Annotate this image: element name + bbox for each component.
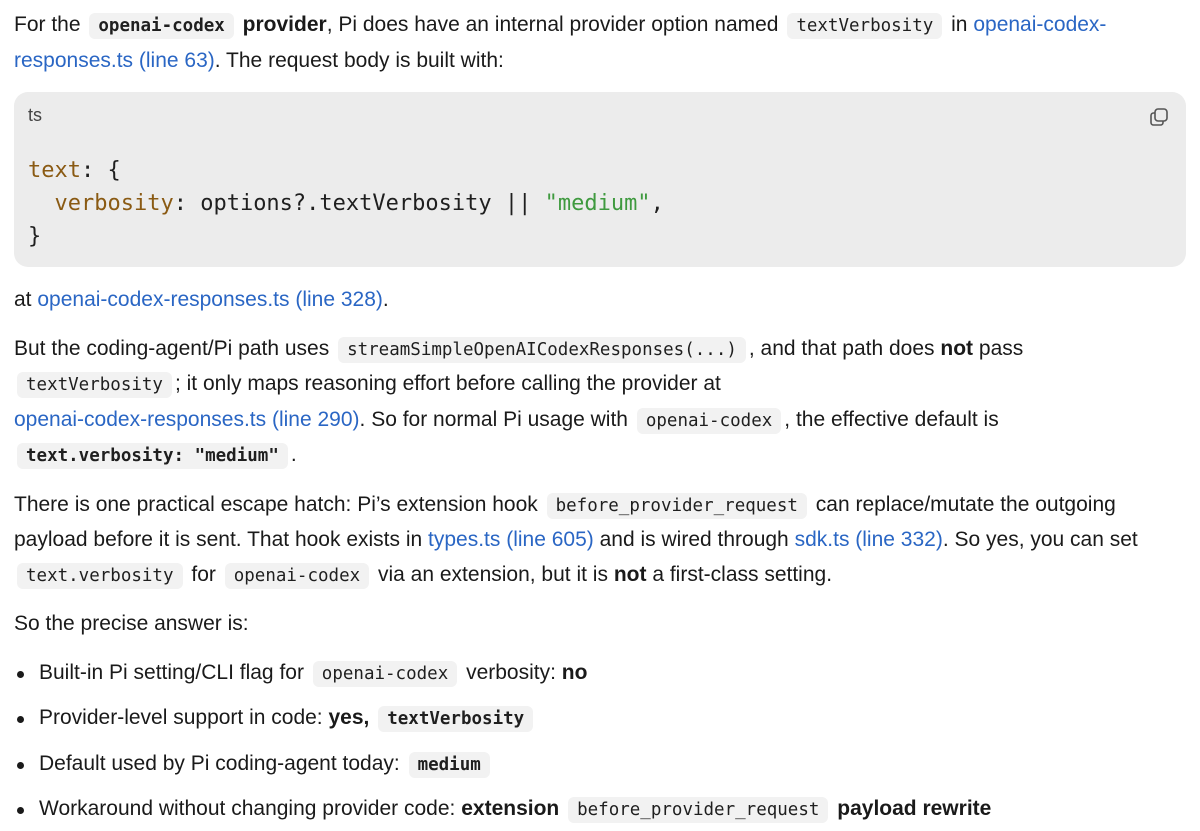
file-link[interactable]: sdk.ts (line 332) (795, 528, 943, 551)
code-token: "medium" (544, 191, 651, 216)
inline-code: medium (408, 751, 490, 778)
file-link[interactable]: types.ts (line 605) (428, 528, 594, 551)
text: , and that path does (748, 336, 935, 360)
file-link[interactable]: openai-codex-responses.ts (line 328) (37, 288, 383, 311)
text: , Pi does have an internal provider opti… (326, 13, 779, 36)
list-item: Workaround without changing provider cod… (14, 792, 1186, 828)
list-item: Provider-level support in code: yes, tex… (14, 701, 1186, 737)
inline-code: openai-codex (312, 660, 458, 687)
paragraph-escape-hatch: There is one practical escape hatch: Pi’… (14, 488, 1186, 594)
text: a first-class setting. (652, 562, 833, 586)
bold-text: payload rewrite (837, 797, 992, 820)
inline-code: textVerbosity (787, 13, 943, 39)
text: But the coding-agent/Pi path uses (14, 336, 330, 360)
text: So the precise answer is: (14, 612, 249, 635)
answer-list: Built-in Pi setting/CLI flag for openai-… (14, 656, 1186, 828)
bold-text: not (613, 562, 647, 586)
text: verbosity: (466, 660, 556, 684)
paragraph-at: at openai-codex-responses.ts (line 328). (14, 283, 1186, 318)
text: via an extension, but it is (378, 562, 608, 586)
text: . The request body is built with: (214, 48, 504, 72)
inline-code: openai-codex (224, 562, 370, 589)
text: Workaround without changing provider cod… (39, 797, 456, 820)
list-item: Default used by Pi coding-agent today: m… (14, 747, 1186, 783)
code-content: text: { verbosity: options?.textVerbosit… (28, 154, 664, 253)
paragraph-path: But the coding-agent/Pi path uses stream… (14, 332, 1186, 474)
code-language-label: ts (28, 105, 43, 125)
code-block: ts text: { verbosity: options?.textVerbo… (14, 92, 1186, 267)
bold-text: provider (242, 13, 327, 36)
code-token: } (28, 224, 42, 249)
code-token: verbosity (54, 191, 174, 216)
inline-code: before_provider_request (546, 492, 807, 519)
paragraph-summary-lead: So the precise answer is: (14, 607, 1186, 642)
bold-text: yes, (328, 706, 370, 729)
text: Built-in Pi setting/CLI flag for (39, 660, 304, 684)
file-link[interactable]: openai-codex-responses.ts (line 290) (14, 408, 360, 431)
bold-text: no (561, 660, 588, 684)
code-token: , (650, 191, 664, 216)
text: . So yes, you can set (942, 528, 1138, 551)
copy-icon[interactable] (1148, 106, 1170, 128)
inline-code: streamSimpleOpenAICodexResponses(...) (338, 336, 746, 363)
inline-code: text.verbosity (17, 562, 183, 589)
text: . (382, 288, 389, 311)
list-item: Built-in Pi setting/CLI flag for openai-… (14, 656, 1186, 692)
inline-code: textVerbosity (17, 372, 172, 398)
code-token: text (28, 158, 81, 183)
bold-text: extension (461, 797, 560, 820)
inline-code: text.verbosity: "medium" (17, 443, 288, 469)
text: Default used by Pi coding-agent today: (39, 751, 400, 775)
inline-code: openai-codex (636, 407, 782, 434)
inline-code: before_provider_request (568, 797, 829, 823)
inline-code: openai-codex (89, 13, 234, 39)
inline-code: textVerbosity (378, 706, 534, 732)
code-token: : options?.textVerbosity || (173, 191, 545, 216)
text: Provider-level support in code: (39, 706, 323, 729)
text: pass (978, 336, 1024, 360)
bold-text: not (940, 336, 974, 360)
text: ; it only maps reasoning effort before c… (174, 372, 721, 395)
text: There is one practical escape hatch: Pi’… (14, 492, 538, 516)
text: at (14, 288, 32, 311)
text: for (191, 562, 216, 586)
text: in (951, 13, 968, 36)
paragraph-intro: For the openai-codex provider, Pi does h… (14, 8, 1186, 78)
code-token: : { (80, 158, 121, 183)
text: . So for normal Pi usage with (359, 407, 628, 431)
chat-response: For the openai-codex provider, Pi does h… (0, 0, 1200, 828)
text: For the (14, 13, 81, 36)
text: , the effective default is (784, 407, 999, 431)
text: and is wired through (599, 528, 789, 551)
text: . (290, 443, 297, 466)
